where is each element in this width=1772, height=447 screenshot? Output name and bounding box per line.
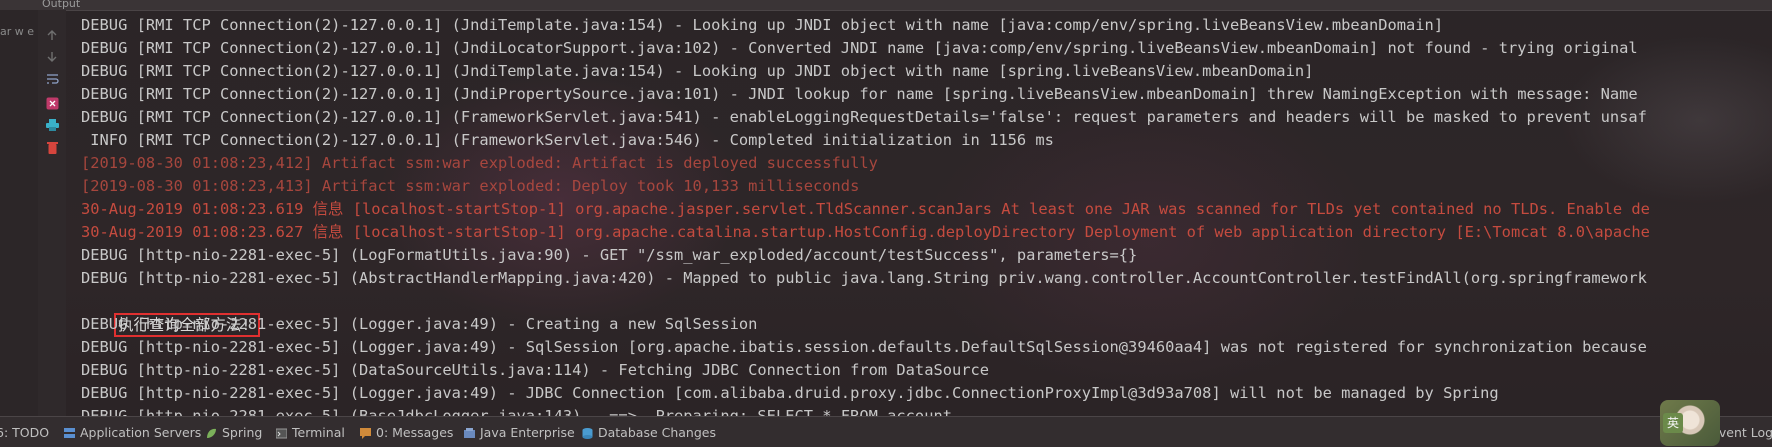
database-icon bbox=[582, 427, 593, 439]
tool-window-bar: 6: TODO Application Servers Spring Termi… bbox=[0, 416, 1772, 447]
terminal-icon bbox=[275, 427, 288, 439]
tab-todo[interactable]: 6: TODO bbox=[0, 425, 49, 440]
tab-event-log-label: Event Log bbox=[1711, 425, 1772, 440]
log-line: DEBUG [http-nio-2281-exec-5] (AbstractHa… bbox=[81, 269, 1647, 287]
tab-terminal[interactable]: Terminal bbox=[275, 425, 345, 440]
log-line: INFO [RMI TCP Connection(2)-127.0.0.1] (… bbox=[81, 131, 1054, 149]
tab-application-servers-label: Application Servers bbox=[80, 425, 202, 440]
messages-icon bbox=[360, 427, 371, 439]
server-icon bbox=[64, 427, 75, 438]
log-line-error: [2019-08-30 01:08:23,413] Artifact ssm:w… bbox=[81, 177, 860, 195]
trash-icon[interactable] bbox=[45, 140, 59, 154]
log-line: DEBUG [RMI TCP Connection(2)-127.0.0.1] … bbox=[81, 16, 1444, 34]
log-line: DEBUG [http-nio-2281-exec-5] (Logger.jav… bbox=[81, 315, 758, 333]
tab-application-servers[interactable]: Application Servers bbox=[64, 425, 201, 440]
tab-spring-label: Spring bbox=[222, 425, 263, 440]
left-sidebar-text: ar w e bbox=[0, 25, 35, 38]
panel-title: Output bbox=[42, 0, 81, 10]
tab-database-changes[interactable]: Database Changes bbox=[582, 425, 716, 440]
spring-leaf-icon bbox=[206, 427, 217, 438]
tab-messages[interactable]: 0: Messages bbox=[360, 425, 453, 440]
down-arrow-icon[interactable] bbox=[45, 50, 59, 64]
tab-terminal-label: Terminal bbox=[292, 425, 345, 440]
print-icon[interactable] bbox=[45, 118, 59, 132]
log-line: DEBUG [http-nio-2281-exec-5] (Logger.jav… bbox=[81, 384, 1499, 402]
log-line: DEBUG [http-nio-2281-exec-5] (DataSource… bbox=[81, 361, 990, 379]
panel-header: Output bbox=[0, 0, 1772, 11]
log-line: DEBUG [http-nio-2281-exec-5] (BaseJdbcLo… bbox=[81, 407, 952, 416]
log-line: DEBUG [http-nio-2281-exec-5] (Logger.jav… bbox=[81, 338, 1647, 356]
highlighted-log-line: 执行查询全部方法! bbox=[70, 290, 1772, 337]
log-line: DEBUG [http-nio-2281-exec-5] (LogFormatU… bbox=[81, 246, 1138, 264]
tab-database-changes-label: Database Changes bbox=[598, 425, 716, 440]
ime-badge[interactable]: 英 bbox=[1663, 413, 1683, 433]
wrap-icon[interactable] bbox=[45, 72, 59, 86]
log-line: DEBUG [RMI TCP Connection(2)-127.0.0.1] … bbox=[81, 39, 1638, 57]
log-line-error: [2019-08-30 01:08:23,412] Artifact ssm:w… bbox=[81, 154, 878, 172]
java-enterprise-icon bbox=[464, 427, 475, 438]
tab-java-enterprise[interactable]: Java Enterprise bbox=[464, 425, 575, 440]
log-line: DEBUG [RMI TCP Connection(2)-127.0.0.1] … bbox=[81, 85, 1638, 103]
log-line: DEBUG [RMI TCP Connection(2)-127.0.0.1] … bbox=[81, 108, 1647, 126]
tab-messages-label: 0: Messages bbox=[376, 425, 454, 440]
tab-spring[interactable]: Spring bbox=[206, 425, 262, 440]
log-line: DEBUG [RMI TCP Connection(2)-127.0.0.1] … bbox=[81, 62, 1314, 80]
tab-event-log[interactable]: Event Log bbox=[1711, 425, 1772, 440]
log-line-error: 30-Aug-2019 01:08:23.619 信息 [localhost-s… bbox=[81, 200, 1650, 218]
tab-todo-label: 6: TODO bbox=[0, 425, 50, 440]
left-sidebar: ar w e bbox=[0, 10, 39, 416]
tab-java-enterprise-label: Java Enterprise bbox=[480, 425, 575, 440]
log-line-error: 30-Aug-2019 01:08:23.627 信息 [localhost-s… bbox=[81, 223, 1650, 241]
console-output[interactable]: DEBUG [RMI TCP Connection(2)-127.0.0.1] … bbox=[70, 14, 1772, 416]
up-arrow-icon[interactable] bbox=[45, 28, 59, 42]
console-toolbar bbox=[38, 10, 66, 416]
stop-icon[interactable] bbox=[45, 96, 59, 110]
